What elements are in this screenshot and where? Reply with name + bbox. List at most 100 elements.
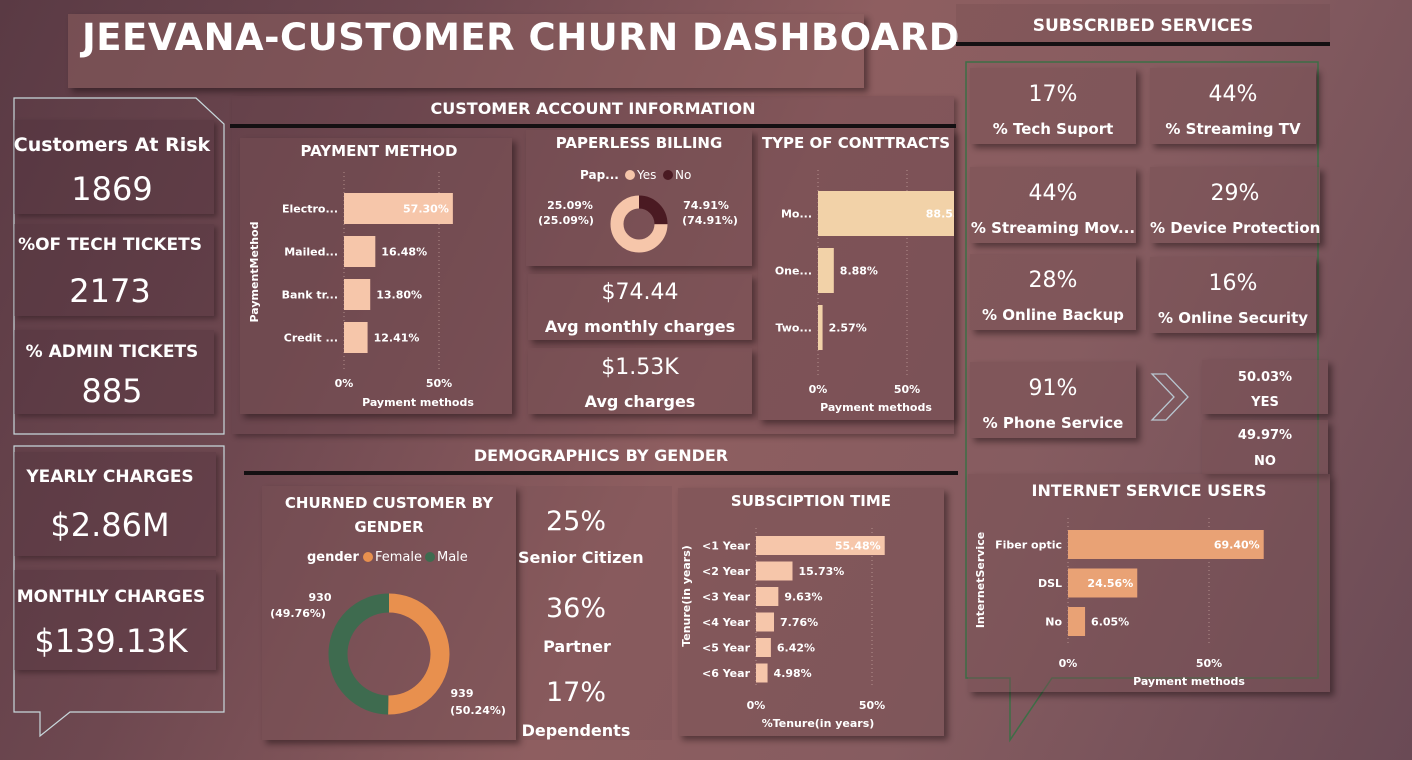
avg-charges-label: Avg charges — [584, 392, 696, 411]
x-tick-label: 50% — [1196, 657, 1222, 670]
y-axis-label: Tenure(in years) — [680, 545, 693, 647]
data-label: 6.05% — [1091, 616, 1129, 629]
bar — [756, 612, 775, 632]
legend-label-female: Female — [375, 550, 422, 565]
x-axis-label: Payment methods — [362, 396, 474, 409]
paperless-title: PAPERLESS BILLING — [555, 134, 723, 152]
services-section-title: SUBSCRIBED SERVICES — [1032, 16, 1254, 36]
payment-method-title: PAYMENT METHOD — [300, 142, 458, 160]
at-risk-label: Customers At Risk — [13, 134, 211, 156]
phone-no-value: 49.97% — [1237, 428, 1293, 443]
data-label: 7.76% — [780, 616, 818, 629]
gender-chart: gender Female Male 930 (49.76%) 939 (50.24%) — [270, 550, 506, 717]
category-label: <3 Year — [702, 591, 751, 604]
legend-marker-female — [363, 552, 373, 562]
x-axis-label: Payment methods — [820, 401, 932, 414]
bar — [756, 663, 768, 683]
category-label: Mo... — [781, 208, 812, 221]
monthly-value: $139.13K — [34, 622, 188, 660]
bar — [818, 248, 834, 293]
x-tick-label: 50% — [426, 377, 452, 390]
phone-no-card: 49.97% NO — [1202, 420, 1328, 474]
yearly-label: YEARLY CHARGES — [26, 467, 194, 487]
data-label: 6.42% — [777, 642, 815, 655]
senior-value: 25% — [545, 506, 606, 537]
slice-sublabel-no: (25.09%) — [538, 214, 594, 227]
demographics-section-rule — [244, 471, 958, 475]
senior-label: Senior Citizen — [518, 548, 644, 567]
legend-label-male: Male — [437, 550, 468, 565]
category-label: <6 Year — [702, 667, 751, 680]
data-label: 2.57% — [829, 322, 867, 335]
data-label: 12.41% — [374, 332, 420, 345]
data-label: 55.48% — [835, 540, 881, 553]
subscription-chart: 0% 50% <1 Year 55.48% <2 Year 15.73% <3 Year 9.… — [680, 528, 885, 730]
dependents-value: 17% — [545, 677, 606, 708]
category-label: No — [1045, 616, 1062, 629]
legend-label-yes: Yes — [636, 168, 656, 182]
bar — [344, 279, 371, 310]
contracts-title: TYPE OF CONTTRACTS — [761, 134, 951, 152]
bar — [344, 236, 376, 267]
x-axis-label: %Tenure(in years) — [762, 717, 875, 730]
internet-title: INTERNET SERVICE USERS — [1031, 481, 1267, 500]
data-label: 57.30% — [403, 203, 449, 216]
category-label: Bank tr... — [282, 289, 338, 302]
category-label: <1 Year — [702, 540, 751, 553]
gender-title: CHURNED CUSTOMER BY GENDER — [284, 494, 494, 536]
avg-charges-value: $1.53K — [601, 355, 679, 380]
data-label: 88.55% — [926, 208, 954, 221]
dependents-label: Dependents — [521, 721, 631, 740]
data-label: 13.80% — [376, 289, 422, 302]
tile-online-backup: 28% % Online Backup — [970, 254, 1136, 330]
chevron-right-icon — [1150, 373, 1189, 421]
bar — [1068, 607, 1086, 636]
data-label: 4.98% — [774, 667, 812, 680]
avg-monthly-label: Avg monthly charges — [544, 317, 736, 336]
category-label: Electro... — [282, 203, 338, 216]
data-label: 9.63% — [784, 591, 822, 604]
bar — [344, 322, 368, 353]
slice-label-female: 939 — [451, 687, 474, 700]
demographics-section-title: DEMOGRAPHICS BY GENDER — [473, 446, 729, 465]
monthly-label: MONTHLY CHARGES — [16, 587, 206, 607]
dashboard-title: JEEVANA-CUSTOMER CHURN DASHBOARD — [82, 16, 961, 59]
slice-label-no: 25.09% — [547, 199, 593, 212]
admin-value: 885 — [81, 372, 143, 410]
donut-slice — [328, 593, 390, 715]
slice-sublabel-female: (50.24%) — [450, 704, 506, 717]
internet-chart: 0% 50% Fiber optic 69.40% DSL 24.56% No 6.05% Pa… — [974, 518, 1264, 688]
x-tick-label: 0% — [809, 383, 828, 396]
x-tick-label: 50% — [859, 699, 885, 712]
account-section-rule — [230, 124, 956, 128]
donut-slice — [638, 195, 668, 225]
x-tick-label: 50% — [894, 383, 920, 396]
category-label: Mailed... — [284, 246, 338, 259]
tile-device-protection: 29% % Device Protection — [1150, 167, 1320, 243]
tile-streaming-tv: 44% % Streaming TV — [1150, 68, 1316, 144]
tech-label: %OF TECH TICKETS — [18, 235, 202, 255]
category-label: One... — [775, 265, 812, 278]
category-label: Two... — [775, 322, 812, 335]
phone-yes-label: YES — [1251, 395, 1279, 410]
x-axis-label: Payment methods — [1133, 675, 1245, 688]
donut-slice — [387, 593, 450, 715]
category-label: <2 Year — [702, 565, 751, 578]
bar — [756, 587, 779, 606]
x-tick-label: 0% — [335, 377, 354, 390]
at-risk-value: 1869 — [71, 170, 153, 208]
avg-monthly-value: $74.44 — [601, 280, 679, 305]
category-label: Credit ... — [284, 332, 338, 345]
contracts-chart: 0%50%100%Mo...88.55%One...8.88%Two...2.5… — [775, 170, 954, 414]
data-label: 8.88% — [840, 265, 878, 278]
legend-title: Pap... — [580, 168, 619, 182]
legend-marker-male — [425, 552, 435, 562]
slice-label-male: 930 — [309, 591, 332, 604]
tile-phone-service: 91% % Phone Service — [970, 362, 1136, 438]
data-label: 69.40% — [1214, 539, 1260, 552]
bar — [756, 561, 793, 581]
paperless-chart: Pap... Yes No 25.09% (25.09%) 74.91% (74.91%) — [538, 168, 738, 253]
slice-label-yes: 74.91% — [683, 199, 729, 212]
data-label: 15.73% — [798, 565, 844, 578]
x-tick-label: 0% — [1059, 657, 1078, 670]
